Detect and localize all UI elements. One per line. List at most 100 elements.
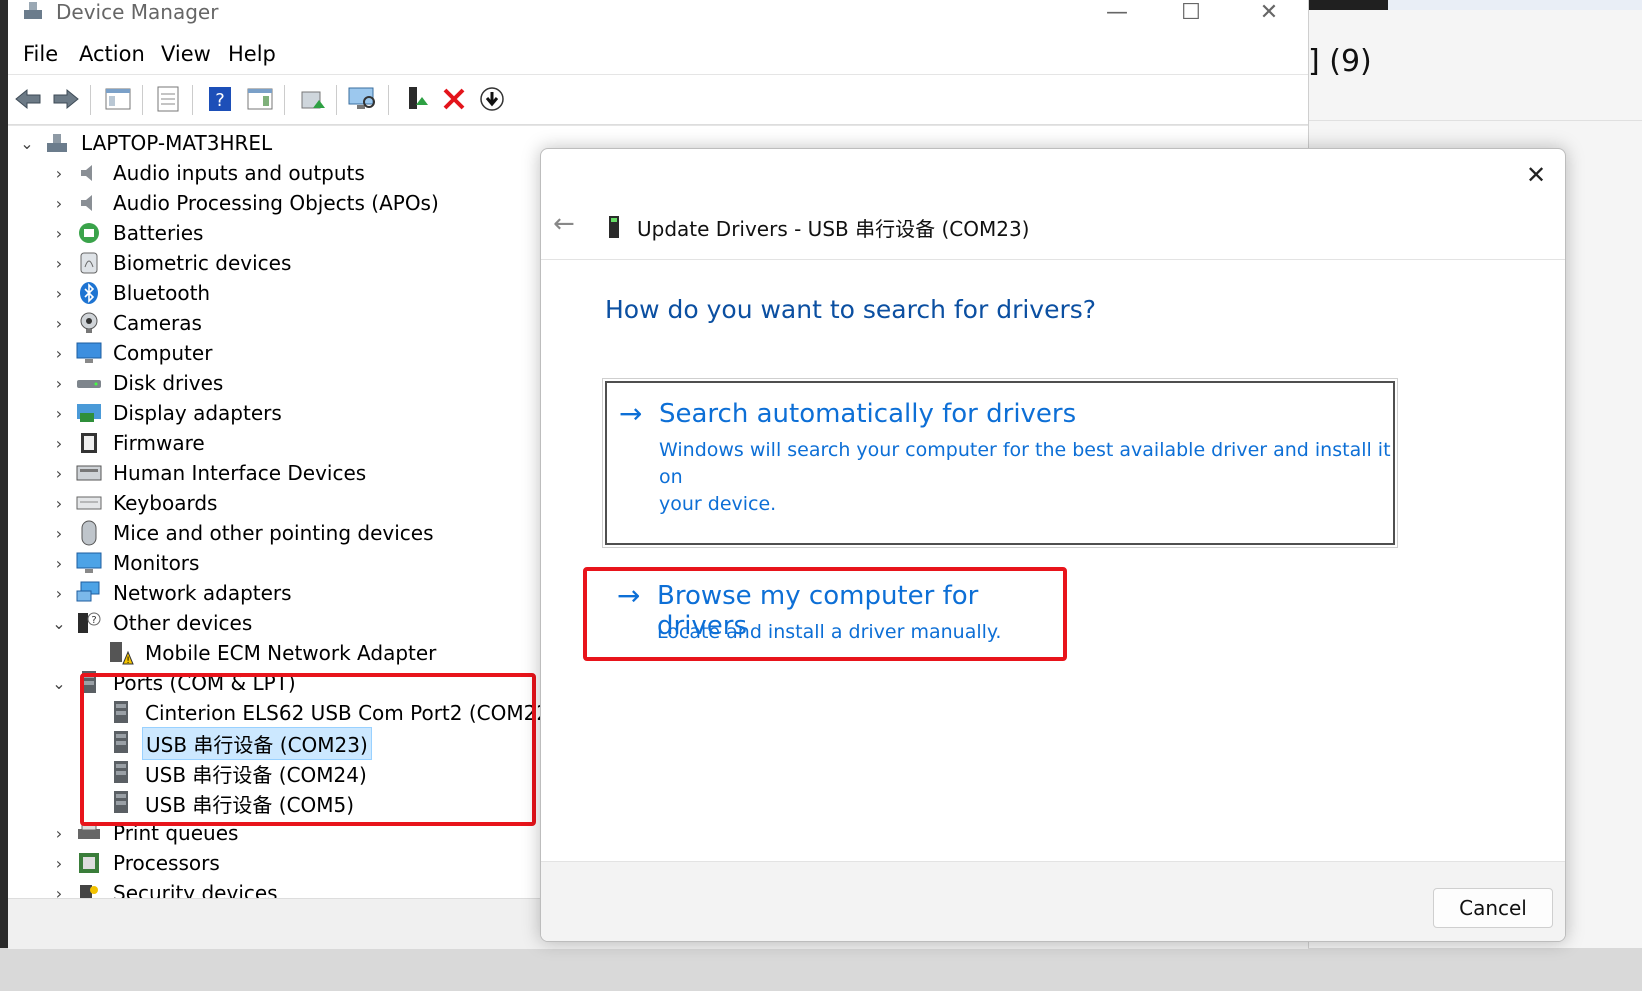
tree-item-label: Batteries [113, 221, 204, 245]
disk-icon [76, 370, 102, 396]
highlight-box-browse [583, 567, 1067, 661]
dialog-close-button[interactable]: ✕ [1521, 161, 1551, 189]
tree-category-item[interactable]: › Firmware [48, 428, 208, 458]
chevron-down-icon[interactable]: ⌄ [16, 134, 38, 153]
chevron-right-icon[interactable]: › [48, 314, 70, 333]
update-driver-icon[interactable] [296, 83, 328, 115]
tree-category-item[interactable]: ⌄? Other devices [48, 608, 255, 638]
close-button[interactable]: ✕ [1254, 0, 1284, 25]
tree-item-label: Firmware [113, 431, 205, 455]
tree-category-item[interactable]: › Processors [48, 848, 223, 878]
toolbar-separator [388, 85, 389, 115]
tree-category-item[interactable]: › Keyboards [48, 488, 220, 518]
tree-category-item[interactable]: › Display adapters [48, 398, 285, 428]
mouse-icon [76, 520, 102, 546]
chevron-right-icon[interactable]: › [48, 344, 70, 363]
back-arrow-icon[interactable] [12, 83, 44, 115]
toolbar-separator [284, 85, 285, 115]
chevron-down-icon[interactable]: ⌄ [48, 674, 70, 693]
tree-category-item[interactable]: › Disk drives [48, 368, 226, 398]
chevron-right-icon[interactable]: › [48, 404, 70, 423]
tree-category-item[interactable]: › Audio Processing Objects (APOs) [48, 188, 442, 218]
toolbar-separator [142, 85, 143, 115]
chevron-right-icon[interactable]: › [48, 884, 70, 900]
tree-item-label: Security devices [113, 881, 278, 899]
tree-item-label: Display adapters [113, 401, 282, 425]
tree-item-label: Bluetooth [113, 281, 211, 305]
highlight-box-ports [80, 673, 536, 826]
monitor-icon [76, 550, 102, 576]
tree-category-item[interactable]: › Cameras [48, 308, 205, 338]
enable-device-icon[interactable] [400, 83, 432, 115]
uninstall-icon[interactable] [438, 83, 470, 115]
chevron-right-icon[interactable]: › [48, 284, 70, 303]
device-manager-app-icon [24, 2, 42, 19]
scan-hardware-icon[interactable] [346, 83, 378, 115]
battery-icon [76, 220, 102, 246]
bluetooth-icon [76, 280, 102, 306]
chevron-right-icon[interactable]: › [48, 824, 70, 843]
chevron-right-icon[interactable]: › [48, 164, 70, 183]
chevron-right-icon[interactable]: › [48, 554, 70, 573]
menu-file[interactable]: File [23, 42, 58, 66]
help-icon[interactable]: ? [204, 83, 236, 115]
background-text: ] (9) [1308, 44, 1372, 79]
chevron-right-icon[interactable]: › [48, 584, 70, 603]
tree-device-item[interactable]: ! Mobile ECM Network Adapter [80, 638, 439, 668]
tree-category-item[interactable]: › Computer [48, 338, 215, 368]
update-drivers-dialog: ✕ ← Update Drivers - USB 串行设备 (COM23) Ho… [540, 148, 1566, 942]
action-pane-icon[interactable] [244, 83, 276, 115]
chevron-right-icon[interactable]: › [48, 194, 70, 213]
forward-arrow-icon[interactable] [50, 83, 82, 115]
toolbar: ? [8, 74, 1308, 126]
tree-root[interactable]: ⌄ LAPTOP-MAT3HREL [16, 128, 275, 158]
network-icon [76, 580, 102, 606]
chevron-right-icon[interactable]: › [48, 494, 70, 513]
hid-icon [76, 460, 102, 486]
dialog-footer: Cancel [541, 861, 1565, 941]
tree-category-item[interactable]: › Audio inputs and outputs [48, 158, 368, 188]
tree-category-item[interactable]: › Network adapters [48, 578, 295, 608]
search-automatically-option[interactable]: → Search automatically for drivers Windo… [602, 378, 1398, 548]
security-icon [76, 880, 102, 899]
chevron-right-icon[interactable]: › [48, 374, 70, 393]
chevron-right-icon[interactable]: › [48, 464, 70, 483]
tree-category-item[interactable]: › Monitors [48, 548, 202, 578]
tree-item-label: Biometric devices [113, 251, 292, 275]
chevron-right-icon[interactable]: › [48, 254, 70, 273]
back-arrow-icon[interactable]: ← [553, 209, 575, 239]
dialog-header: ← Update Drivers - USB 串行设备 (COM23) [541, 199, 1565, 260]
properties-icon[interactable] [152, 83, 184, 115]
background-divider [1308, 120, 1642, 121]
download-icon[interactable] [476, 83, 508, 115]
chevron-right-icon[interactable]: › [48, 854, 70, 873]
menu-bar: File Action View Help [8, 36, 1308, 74]
window-title: Device Manager [56, 0, 219, 24]
minimize-button[interactable]: — [1102, 0, 1132, 25]
search-automatically-desc-line2: your device. [659, 493, 777, 515]
toolbar-separator [192, 85, 193, 115]
chevron-down-icon[interactable]: ⌄ [48, 614, 70, 633]
chevron-right-icon[interactable]: › [48, 524, 70, 543]
menu-action[interactable]: Action [79, 42, 145, 66]
chevron-right-icon[interactable]: › [48, 224, 70, 243]
chevron-right-icon[interactable]: › [48, 434, 70, 453]
tree-item-label: Other devices [113, 611, 253, 635]
computer-root-icon [44, 130, 70, 156]
background-bar-dark [1308, 0, 1388, 10]
tree-item-label: Mice and other pointing devices [113, 521, 434, 545]
menu-view[interactable]: View [161, 42, 211, 66]
tree-category-item[interactable]: › Human Interface Devices [48, 458, 369, 488]
speaker-icon [76, 160, 102, 186]
tree-category-item[interactable]: › Biometric devices [48, 248, 294, 278]
show-hide-console-tree-icon[interactable] [102, 83, 134, 115]
computer-icon [76, 340, 102, 366]
tree-category-item[interactable]: › Security devices [48, 878, 281, 899]
cancel-button[interactable]: Cancel [1433, 888, 1553, 928]
tree-category-item[interactable]: › Mice and other pointing devices [48, 518, 437, 548]
tree-category-item[interactable]: › Bluetooth [48, 278, 213, 308]
tree-category-item[interactable]: › Batteries [48, 218, 206, 248]
maximize-button[interactable]: ☐ [1176, 0, 1206, 25]
menu-help[interactable]: Help [228, 42, 276, 66]
arrow-right-icon: → [619, 397, 643, 430]
